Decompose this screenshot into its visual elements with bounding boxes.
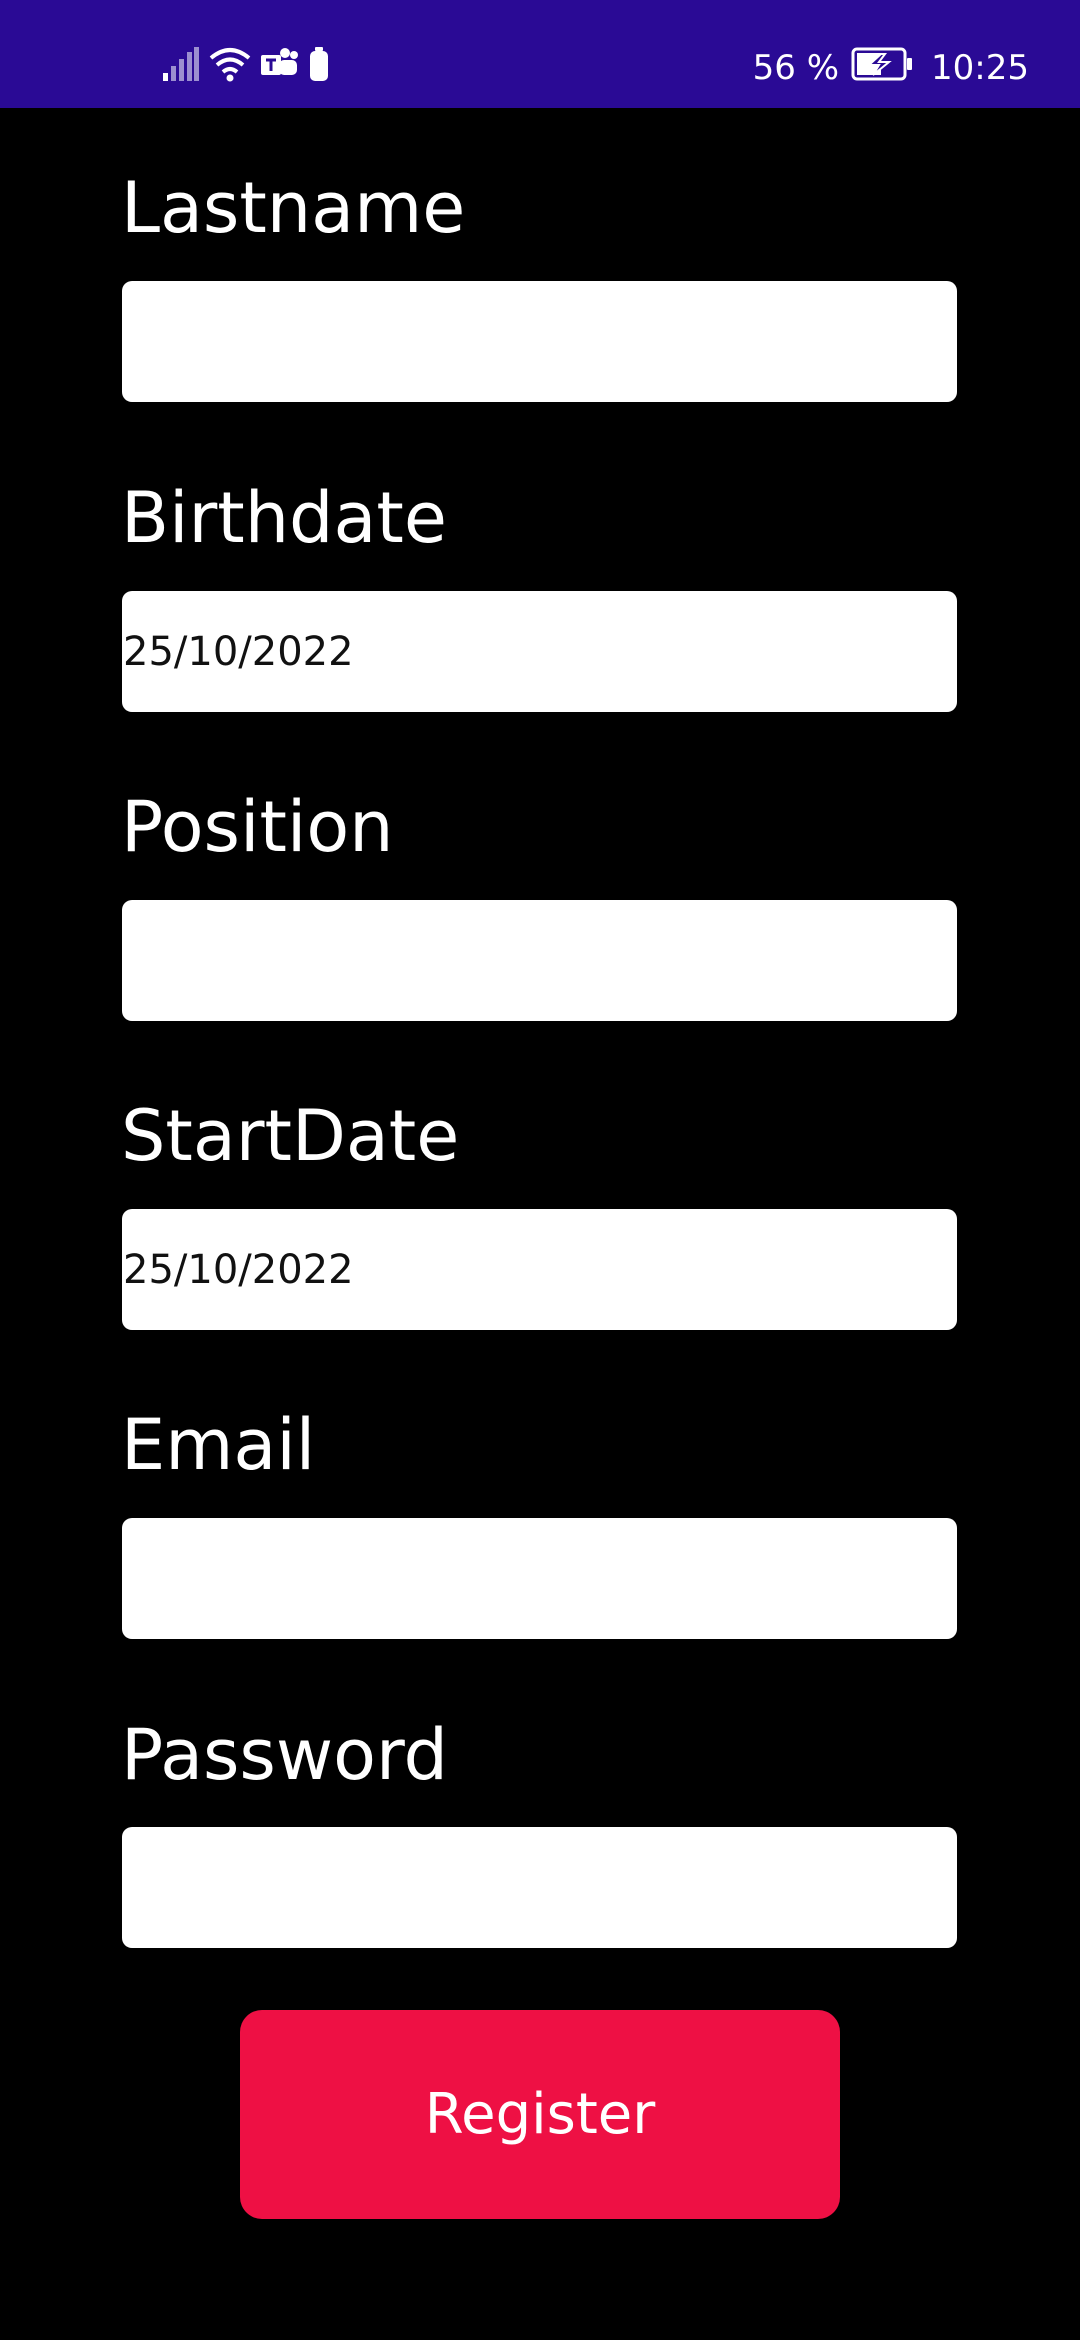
startdate-label: StartDate xyxy=(121,1095,460,1177)
lastname-label: Lastname xyxy=(121,167,466,249)
lastname-input[interactable] xyxy=(122,281,957,402)
position-input[interactable] xyxy=(122,900,957,1021)
startdate-input[interactable] xyxy=(122,1209,957,1330)
email-label: Email xyxy=(121,1404,316,1486)
battery-saver-icon xyxy=(309,47,329,81)
battery-percent: 56 % xyxy=(752,48,840,88)
position-label: Position xyxy=(121,786,394,868)
birthdate-label: Birthdate xyxy=(121,477,447,559)
battery-charging-icon xyxy=(851,47,913,90)
password-input[interactable] xyxy=(122,1827,957,1948)
wifi-icon xyxy=(209,46,251,82)
signal-icon xyxy=(163,47,199,81)
teams-icon xyxy=(261,47,299,81)
status-right: 56 % 10:25 xyxy=(753,44,1029,92)
status-icons xyxy=(163,40,329,88)
status-bar: 56 % 10:25 xyxy=(0,0,1080,108)
email-input[interactable] xyxy=(122,1518,957,1639)
register-button[interactable]: Register xyxy=(240,2010,840,2219)
clock: 10:25 xyxy=(931,48,1029,88)
password-label: Password xyxy=(121,1714,448,1796)
birthdate-input[interactable] xyxy=(122,591,957,712)
